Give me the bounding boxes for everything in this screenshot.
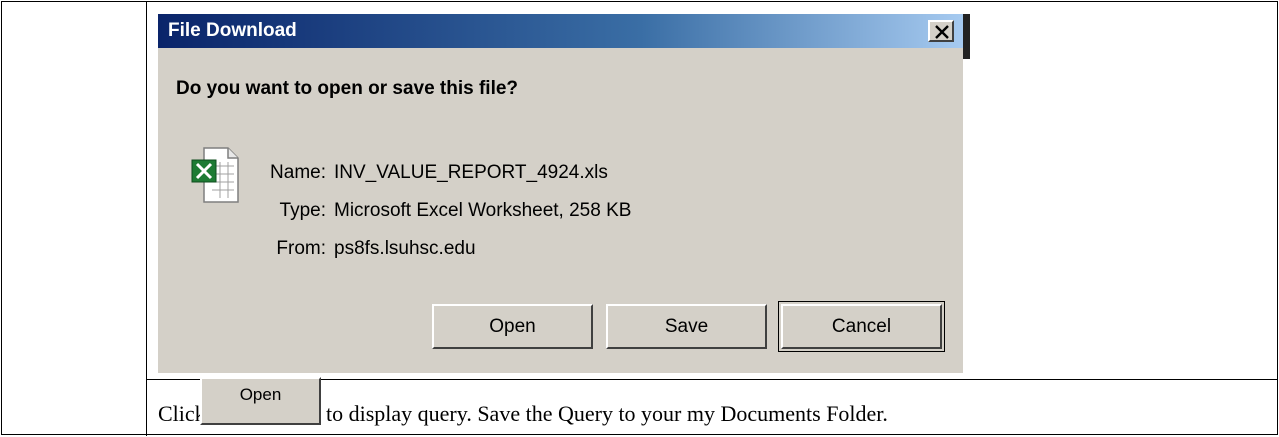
excel-file-icon	[190, 146, 240, 204]
name-value: INV_VALUE_REPORT_4924.xls	[334, 162, 608, 183]
screenshot-edge	[963, 59, 967, 373]
document-page: File Download Do you want to open or sav…	[0, 0, 1279, 437]
close-button[interactable]	[928, 20, 954, 42]
caption-suffix: to display query. Save the Query to your…	[326, 401, 888, 426]
save-button[interactable]: Save	[606, 304, 767, 349]
name-label: Name:	[270, 162, 326, 183]
type-value: Microsoft Excel Worksheet, 258 KB	[334, 200, 632, 221]
type-label: Type:	[279, 200, 326, 221]
cancel-button[interactable]: Cancel	[781, 304, 942, 349]
inline-open-button-image: Open	[200, 377, 321, 425]
dialog-question: Do you want to open or save this file?	[176, 78, 519, 99]
from-label: From:	[276, 238, 326, 259]
screenshot-edge-shadow	[963, 14, 970, 59]
from-value: ps8fs.lsuhsc.edu	[334, 238, 476, 259]
open-button[interactable]: Open	[432, 304, 593, 349]
caption-prefix: Click	[158, 401, 206, 426]
file-download-dialog: File Download Do you want to open or sav…	[158, 14, 963, 373]
table-column-divider	[146, 1, 147, 436]
dialog-title: File Download	[168, 20, 297, 41]
dialog-titlebar[interactable]: File Download	[158, 14, 963, 48]
screenshot-top-strip	[158, 2, 968, 14]
